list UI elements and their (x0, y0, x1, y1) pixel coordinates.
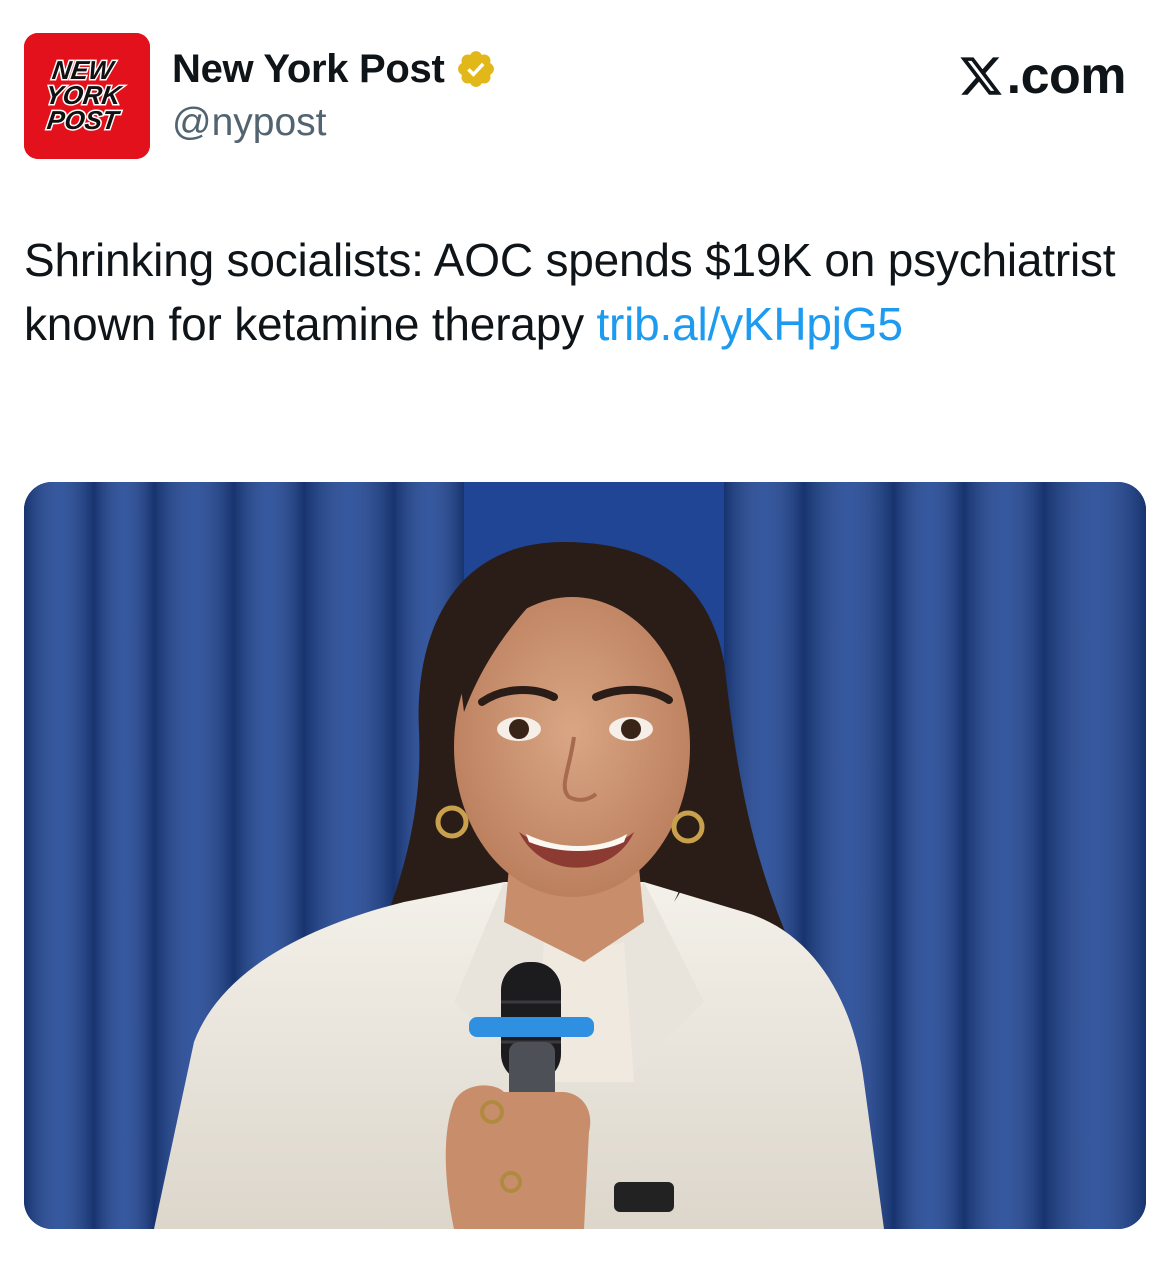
tweet-link[interactable]: trib.al/yKHpjG5 (596, 298, 903, 350)
photo-woman-with-microphone (24, 482, 1146, 1229)
verified-badge-icon (457, 51, 494, 87)
x-com-label: .com (1006, 47, 1127, 105)
nypost-logo: NEW YORK POST (24, 33, 150, 159)
account-avatar[interactable]: NEW YORK POST (24, 33, 150, 159)
display-name[interactable]: New York Post (172, 44, 445, 94)
tweet-body: Shrinking socialists: AOC spends $19K on… (24, 234, 1116, 350)
tweet-text: Shrinking socialists: AOC spends $19K on… (24, 228, 1134, 356)
tweet-card: NEW YORK POST New York Post @nypost .com… (0, 0, 1170, 1280)
x-com-brand: .com (958, 47, 1127, 105)
account-name-row: New York Post (172, 44, 497, 94)
account-handle[interactable]: @nypost (172, 99, 327, 147)
tweet-photo[interactable] (24, 482, 1146, 1229)
x-logo-icon (960, 57, 1002, 95)
logo-line-post: POST (45, 105, 122, 135)
